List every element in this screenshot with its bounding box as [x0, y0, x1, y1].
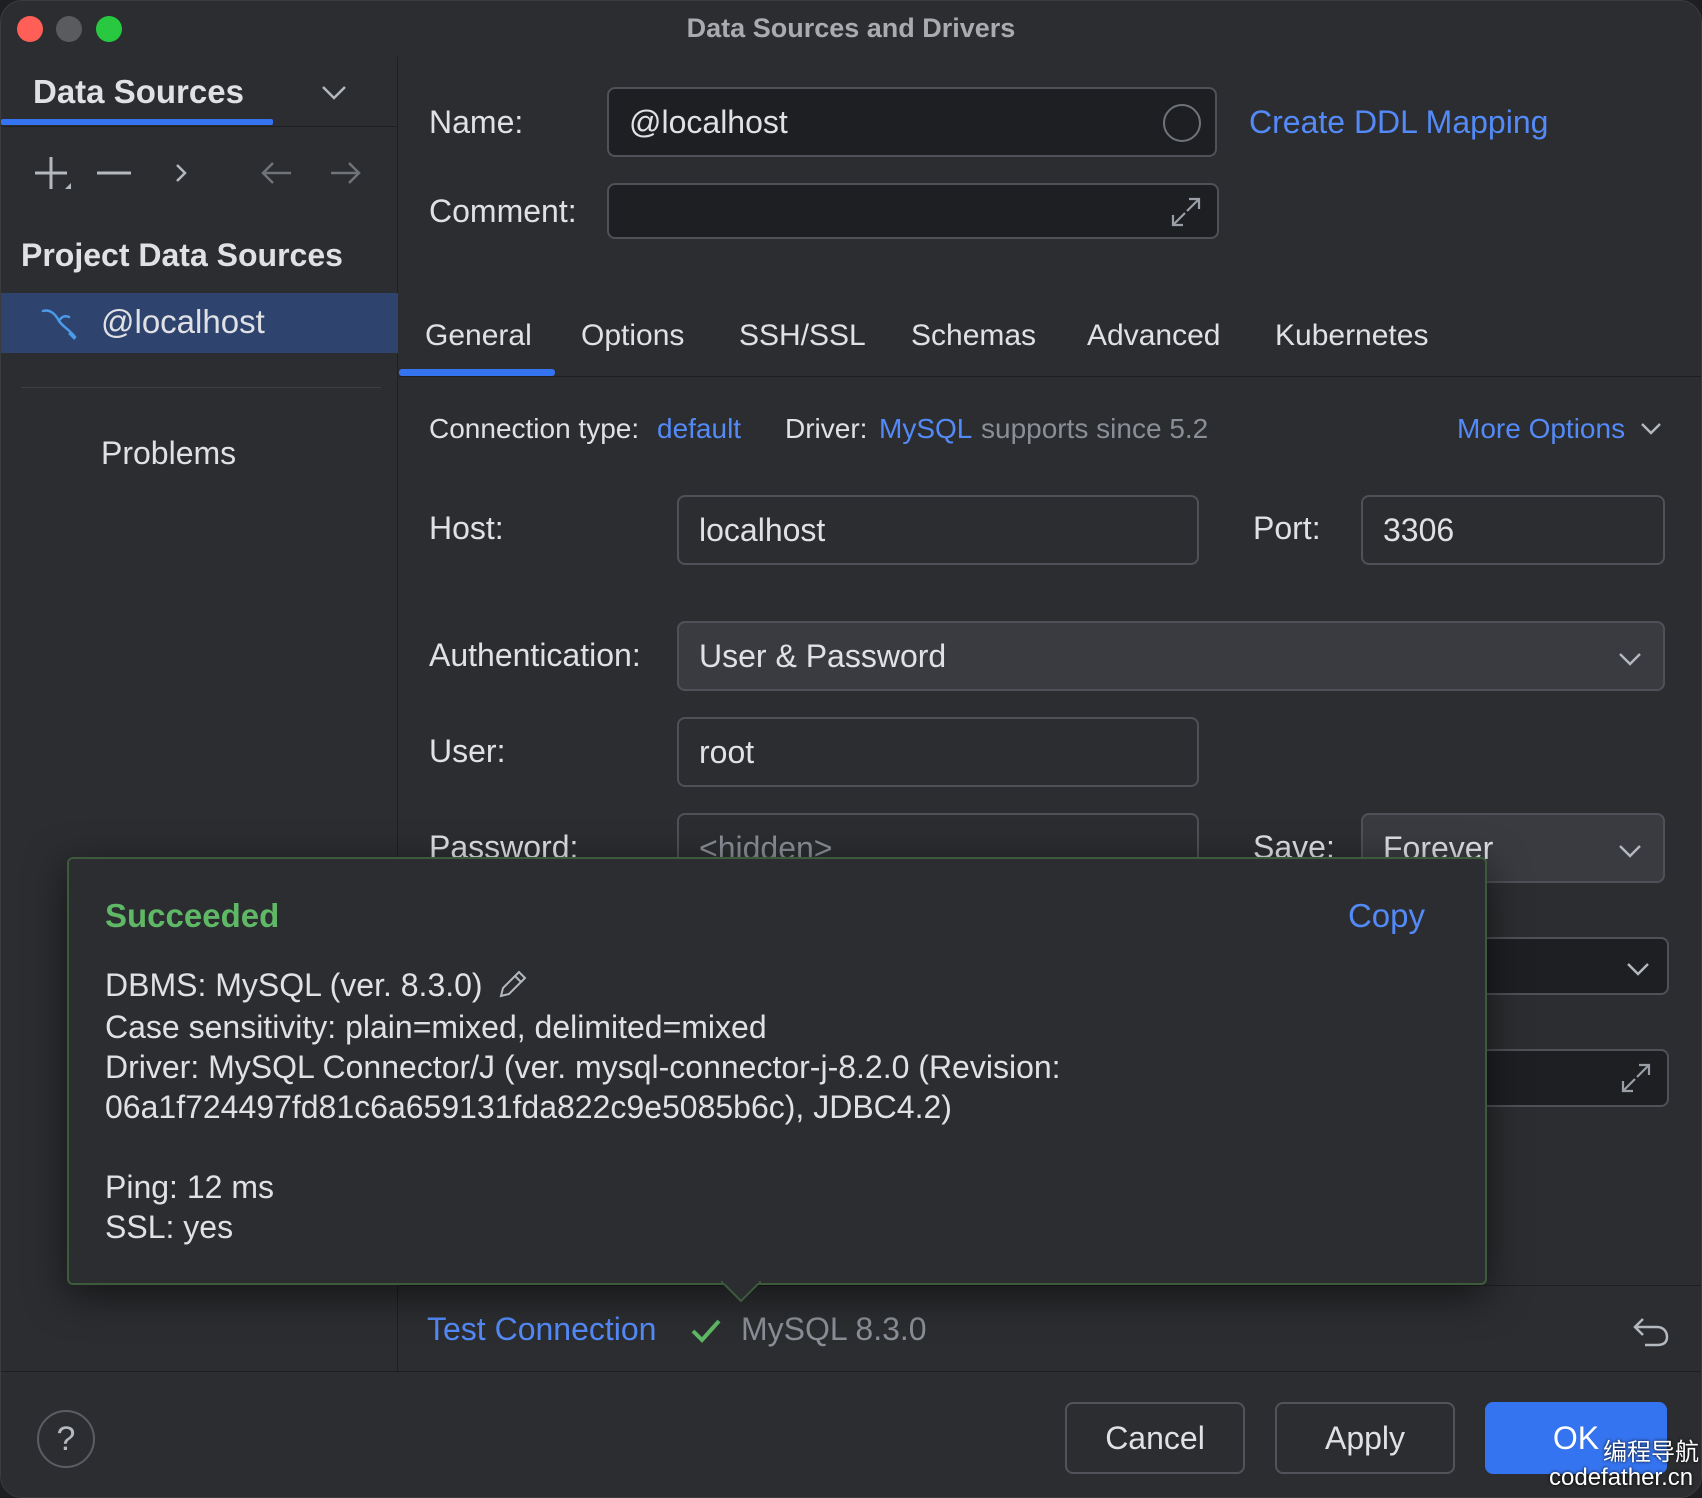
database-select[interactable]: [1459, 937, 1669, 995]
add-icon[interactable]: [29, 137, 79, 207]
url-input[interactable]: [1459, 1049, 1669, 1107]
copy-link[interactable]: Copy: [1348, 897, 1425, 935]
driver-note: supports since 5.2: [981, 413, 1209, 444]
sidebar-item-problems[interactable]: Problems: [101, 435, 236, 472]
tab-advanced[interactable]: Advanced: [1087, 319, 1220, 353]
chevron-down-icon: [1641, 423, 1661, 435]
name-label: Name:: [429, 104, 524, 140]
host-label: Host:: [429, 510, 504, 546]
sidebar-title: Data Sources: [33, 73, 244, 110]
port-label: Port:: [1253, 510, 1321, 546]
tab-general[interactable]: General: [425, 319, 532, 353]
create-ddl-mapping-link[interactable]: Create DDL Mapping: [1249, 104, 1548, 141]
name-input[interactable]: @localhost: [607, 87, 1217, 157]
dbms-line: DBMS: MySQL (ver. 8.3.0): [105, 967, 529, 1004]
more-options-label: More Options: [1457, 413, 1626, 444]
apply-button[interactable]: Apply: [1275, 1402, 1455, 1474]
expand-icon[interactable]: [1167, 193, 1205, 231]
test-result-popup: Succeeded Copy DBMS: MySQL (ver. 8.3.0) …: [67, 857, 1487, 1285]
sidebar-header[interactable]: Data Sources: [1, 57, 398, 127]
chevron-down-icon: [1627, 963, 1649, 976]
window-title: Data Sources and Drivers: [686, 13, 1016, 43]
active-tab-underline: [399, 369, 555, 376]
ping-line: Ping: 12 ms: [105, 1169, 274, 1205]
host-value: localhost: [699, 511, 826, 548]
port-value: 3306: [1383, 511, 1455, 548]
tab-options[interactable]: Options: [581, 319, 684, 353]
color-picker-icon[interactable]: [1163, 104, 1201, 142]
dialog-window: Data Sources and Drivers Data Sources Pr…: [0, 0, 1702, 1498]
chevron-down-icon: [1619, 845, 1641, 858]
dialog-footer: ? Cancel Apply OK 编程导航 codefather.cn: [1, 1371, 1701, 1497]
dbms-text: DBMS: MySQL (ver. 8.3.0): [105, 967, 483, 1003]
tab-ssh-ssl[interactable]: SSH/SSL: [739, 319, 866, 353]
undo-icon[interactable]: [1631, 1309, 1671, 1349]
popup-pointer: [721, 1281, 761, 1303]
chevron-right-icon[interactable]: [159, 137, 209, 207]
driver-label: Driver:: [785, 413, 868, 444]
remove-icon[interactable]: [91, 137, 141, 207]
tab-kubernetes[interactable]: Kubernetes: [1275, 319, 1428, 353]
sidebar-toolbar: [1, 137, 398, 207]
user-label: User:: [429, 733, 506, 769]
ssl-line: SSL: yes: [105, 1209, 234, 1245]
title-bar: Data Sources and Drivers: [1, 1, 1701, 57]
port-input[interactable]: 3306: [1361, 495, 1665, 565]
chevron-down-icon[interactable]: [319, 79, 349, 105]
cancel-button[interactable]: Cancel: [1065, 1402, 1245, 1474]
sidebar-section-title: Project Data Sources: [21, 237, 343, 273]
sidebar-item-localhost[interactable]: @localhost: [1, 293, 398, 353]
help-button[interactable]: ?: [37, 1410, 95, 1468]
connection-type-label: Connection type:: [429, 413, 640, 444]
driver-link[interactable]: MySQL: [879, 413, 972, 445]
status-succeeded: Succeeded: [105, 897, 280, 934]
host-input[interactable]: localhost: [677, 495, 1199, 565]
more-options-link[interactable]: More Options: [1457, 413, 1663, 445]
test-bar-divider: [399, 1285, 1701, 1286]
forward-arrow-icon[interactable]: [321, 137, 371, 207]
back-arrow-icon[interactable]: [253, 137, 303, 207]
tab-schemas[interactable]: Schemas: [911, 319, 1036, 353]
watermark-line-2: codefather.cn: [1549, 1464, 1694, 1491]
case-sensitivity-line: Case sensitivity: plain=mixed, delimited…: [105, 1009, 767, 1045]
test-connection-link[interactable]: Test Connection: [427, 1311, 656, 1348]
checkmark-icon: [691, 1319, 721, 1343]
name-value: @localhost: [629, 103, 788, 140]
driver-line-1: Driver: MySQL Connector/J (ver. mysql-co…: [105, 1049, 1061, 1085]
driver-line-2: 06a1f724497fd81c6a659131fda822c9e5085b6c…: [105, 1089, 952, 1125]
authentication-value: User & Password: [699, 637, 947, 674]
chevron-down-icon: [1619, 653, 1641, 666]
test-result-text: MySQL 8.3.0: [741, 1311, 927, 1347]
connection-type-link[interactable]: default: [657, 413, 741, 445]
pencil-icon[interactable]: [495, 968, 529, 1002]
sidebar-title-underline: [1, 119, 273, 125]
user-value: root: [699, 733, 755, 770]
sidebar-divider: [21, 387, 381, 388]
expand-icon[interactable]: [1617, 1059, 1655, 1097]
authentication-select[interactable]: User & Password: [677, 621, 1665, 691]
user-input[interactable]: root: [677, 717, 1199, 787]
sidebar-item-label: @localhost: [101, 303, 265, 340]
comment-input[interactable]: [607, 183, 1219, 239]
mysql-dolphin-icon: [41, 309, 77, 340]
tab-bar: General Options SSH/SSL Schemas Advanced…: [399, 305, 1701, 377]
watermark-line-1: 编程导航: [1603, 1439, 1699, 1466]
comment-label: Comment:: [429, 193, 577, 229]
authentication-label: Authentication:: [429, 637, 641, 673]
